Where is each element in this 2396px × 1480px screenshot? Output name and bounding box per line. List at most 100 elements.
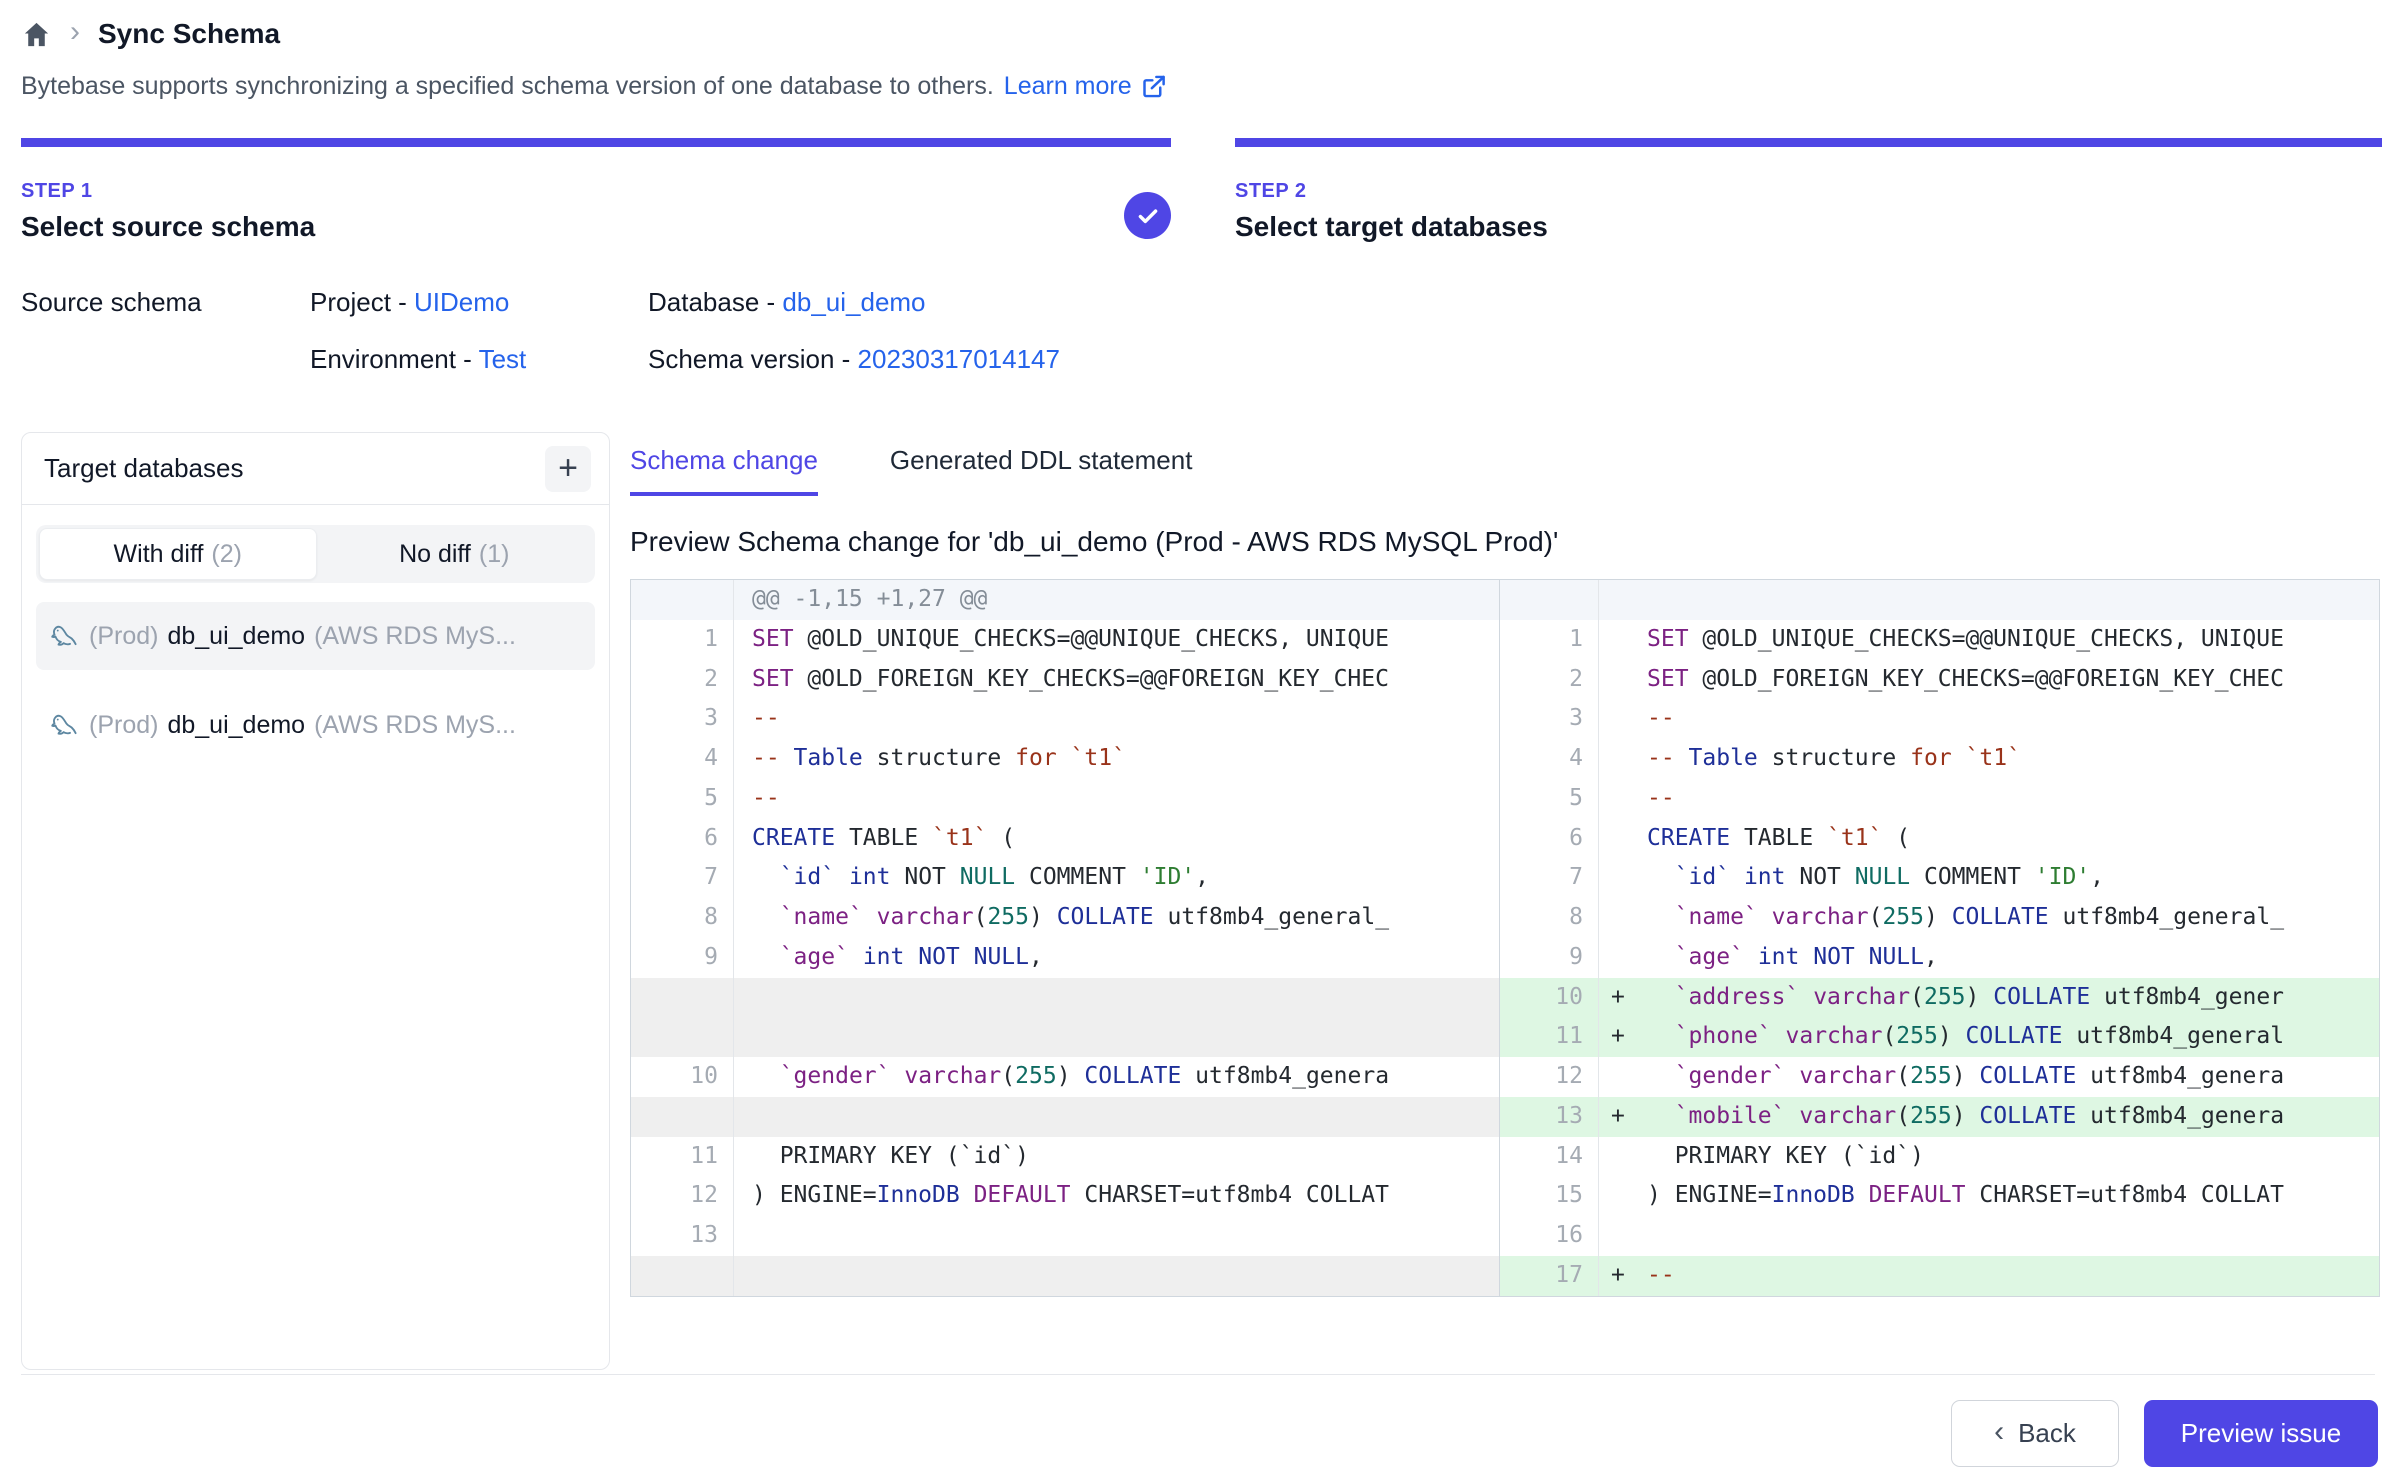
- diff-line-old: 1SET @OLD_UNIQUE_CHECKS=@@UNIQUE_CHECKS,…: [631, 620, 1500, 660]
- code-line: SET @OLD_FOREIGN_KEY_CHECKS=@@FOREIGN_KE…: [734, 660, 1499, 700]
- line-number: [631, 1097, 734, 1137]
- learn-more-link[interactable]: Learn more: [1004, 72, 1167, 101]
- line-number: 2: [1500, 660, 1599, 700]
- diff-row: 7 `id` int NOT NULL COMMENT 'ID',7 `id` …: [631, 858, 2379, 898]
- line-number: [631, 978, 734, 1018]
- line-number: 8: [1500, 898, 1599, 938]
- database-instance: (AWS RDS MyS...: [314, 711, 516, 740]
- diff-line-new: 7 `id` int NOT NULL COMMENT 'ID',: [1500, 858, 2379, 898]
- diff-line-new: 11+ `phone` varchar(255) COLLATE utf8mb4…: [1500, 1017, 2379, 1057]
- code-line: `gender` varchar(255) COLLATE utf8mb4_ge…: [1599, 1057, 2379, 1097]
- diff-line-new: 3--: [1500, 699, 2379, 739]
- database-environment: (Prod): [89, 622, 158, 651]
- line-number: 11: [1500, 1017, 1599, 1057]
- diff-line-new: 4-- Table structure for `t1`: [1500, 739, 2379, 779]
- diff-row: 13+ `mobile` varchar(255) COLLATE utf8mb…: [631, 1097, 2379, 1137]
- external-link-icon: [1140, 73, 1167, 100]
- preview-tabs: Schema change Generated DDL statement: [630, 445, 2380, 496]
- diff-rows: @@ -1,15 +1,27 @@1 SET @OLD_UNIQUE_CHECKS…: [631, 580, 2379, 1296]
- footer-actions: ‹ Back Preview issue: [1951, 1400, 2378, 1467]
- tab-no-diff[interactable]: No diff (1): [317, 528, 593, 580]
- page-title: Sync Schema: [98, 18, 280, 50]
- add-marker: +: [1611, 1017, 1647, 1057]
- code-line: `age` int NOT NULL,: [1599, 938, 2379, 978]
- target-database-item[interactable]: (Prod)db_ui_demo(AWS RDS MyS...: [36, 691, 595, 759]
- code-line: -- Table structure for `t1`: [734, 739, 1499, 779]
- code-line: @@ -1,15 +1,27 @@: [734, 580, 1499, 620]
- code-line: --: [1599, 699, 2379, 739]
- step1-label: STEP 1: [21, 180, 315, 203]
- target-database-item[interactable]: (Prod)db_ui_demo(AWS RDS MyS...: [36, 602, 595, 670]
- diff-row: 6CREATE TABLE `t1` (6CREATE TABLE `t1` (: [631, 819, 2379, 859]
- code-line: --: [734, 779, 1499, 819]
- diff-line-old: 4-- Table structure for `t1`: [631, 739, 1500, 779]
- code-line: ) ENGINE=InnoDB DEFAULT CHARSET=utf8mb4 …: [1599, 1176, 2379, 1216]
- diff-line-new: 2SET @OLD_FOREIGN_KEY_CHECKS=@@FOREIGN_K…: [1500, 660, 2379, 700]
- project-link[interactable]: UIDemo: [414, 287, 509, 317]
- step2-title: Select target databases: [1235, 211, 1548, 243]
- schema-version-link[interactable]: 20230317014147: [858, 344, 1060, 374]
- line-number: [631, 1256, 734, 1296]
- diff-line-old: 2SET @OLD_FOREIGN_KEY_CHECKS=@@FOREIGN_K…: [631, 660, 1500, 700]
- target-database-list: (Prod)db_ui_demo(AWS RDS MyS... (Prod)db_…: [36, 602, 595, 759]
- diff-line-old: 11 PRIMARY KEY (`id`): [631, 1137, 1500, 1177]
- database-environment: (Prod): [89, 711, 158, 740]
- code-line: [1599, 580, 2379, 620]
- diff-line-new: 12 `gender` varchar(255) COLLATE utf8mb4…: [1500, 1057, 2379, 1097]
- breadcrumb: › Sync Schema: [21, 12, 280, 56]
- code-line: [734, 1097, 1499, 1137]
- diff-row: 11+ `phone` varchar(255) COLLATE utf8mb4…: [631, 1017, 2379, 1057]
- diff-line-old: [631, 978, 1500, 1018]
- tab-schema-change[interactable]: Schema change: [630, 445, 818, 496]
- preview-panel: Schema change Generated DDL statement Pr…: [630, 445, 2380, 1297]
- diff-line-old: 6CREATE TABLE `t1` (: [631, 819, 1500, 859]
- diff-line-new: 1SET @OLD_UNIQUE_CHECKS=@@UNIQUE_CHECKS,…: [1500, 620, 2379, 660]
- code-line: SET @OLD_UNIQUE_CHECKS=@@UNIQUE_CHECKS, …: [1599, 620, 2379, 660]
- add-target-database-button[interactable]: +: [545, 446, 591, 492]
- diff-row: 2SET @OLD_FOREIGN_KEY_CHECKS=@@FOREIGN_K…: [631, 660, 2379, 700]
- diff-row: 1 SET @OLD_UNIQUE_CHECKS=@@UNIQUE_CHECKS,…: [631, 620, 2379, 660]
- environment-link[interactable]: Test: [479, 344, 527, 374]
- target-databases-panel: Target databases + With diff (2) No diff…: [21, 432, 610, 1370]
- database-link[interactable]: db_ui_demo: [782, 287, 925, 317]
- schema-diff-viewer[interactable]: @@ -1,15 +1,27 @@1 SET @OLD_UNIQUE_CHECKS…: [630, 579, 2380, 1297]
- diff-row: 3--3--: [631, 699, 2379, 739]
- line-number: 12: [631, 1176, 734, 1216]
- diff-line-old: 10 `gender` varchar(255) COLLATE utf8mb4…: [631, 1057, 1500, 1097]
- source-schema-version-field: Schema version - 20230317014147: [648, 344, 1060, 375]
- diff-line-new: [1500, 580, 2379, 620]
- step2-header: STEP 2 Select target databases: [1235, 180, 1548, 243]
- line-number: 14: [1500, 1137, 1599, 1177]
- preview-issue-button[interactable]: Preview issue: [2144, 1400, 2378, 1467]
- code-line: `name` varchar(255) COLLATE utf8mb4_gene…: [734, 898, 1499, 938]
- home-icon[interactable]: [21, 19, 52, 50]
- code-line: [1599, 1216, 2379, 1256]
- tab-generated-ddl[interactable]: Generated DDL statement: [890, 445, 1193, 496]
- code-line: --: [734, 699, 1499, 739]
- source-schema-label: Source schema: [21, 287, 310, 318]
- chevron-left-icon: ‹: [1994, 1417, 2004, 1451]
- source-database-field: Database - db_ui_demo: [648, 287, 926, 318]
- diff-line-old: 9 `age` int NOT NULL,: [631, 938, 1500, 978]
- back-button[interactable]: ‹ Back: [1951, 1400, 2119, 1467]
- line-number: 2: [631, 660, 734, 700]
- step2-progress-bar: [1235, 138, 2382, 147]
- code-line: `age` int NOT NULL,: [734, 938, 1499, 978]
- add-marker: +: [1611, 1256, 1647, 1296]
- target-databases-title: Target databases: [44, 453, 243, 484]
- diff-filter-tabs: With diff (2) No diff (1): [36, 525, 595, 583]
- diff-line-new: 14 PRIMARY KEY (`id`): [1500, 1137, 2379, 1177]
- tab-with-diff[interactable]: With diff (2): [39, 528, 317, 580]
- diff-line-old: [631, 1256, 1500, 1296]
- diff-row: 12 ) ENGINE=InnoDB DEFAULT CHARSET=utf8mb…: [631, 1176, 2379, 1216]
- line-number: 1: [631, 620, 734, 660]
- page-description: Bytebase supports synchronizing a specif…: [21, 72, 1167, 101]
- line-number: 10: [631, 1057, 734, 1097]
- chevron-right-icon: ›: [70, 17, 80, 51]
- diff-row: 1316: [631, 1216, 2379, 1256]
- diff-line-new: 17+--: [1500, 1256, 2379, 1296]
- diff-row: 4-- Table structure for `t1`4-- Table st…: [631, 739, 2379, 779]
- code-line: `id` int NOT NULL COMMENT 'ID',: [734, 858, 1499, 898]
- code-line: [734, 1256, 1499, 1296]
- diff-row: 10+ `address` varchar(255) COLLATE utf8m…: [631, 978, 2379, 1018]
